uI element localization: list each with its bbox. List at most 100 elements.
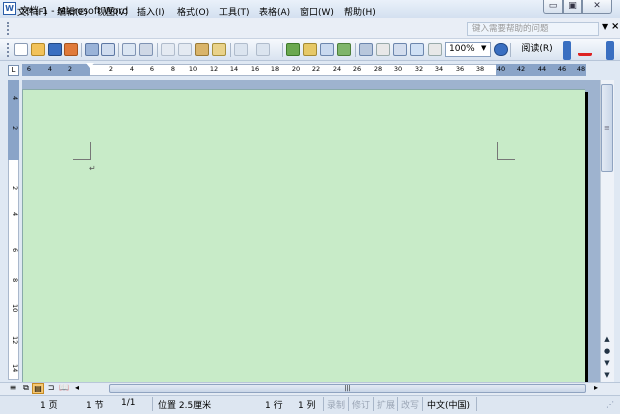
menu-window[interactable]: 窗口(W) — [300, 5, 334, 18]
next-page-button[interactable]: ▼ — [601, 359, 613, 367]
status-separator — [348, 397, 349, 411]
status-revision[interactable]: 修订 — [352, 398, 370, 411]
normal-view-button[interactable]: ≡ — [7, 383, 19, 394]
save-icon[interactable] — [48, 43, 62, 56]
help-search-input[interactable]: 键入需要帮助的问题 — [467, 22, 599, 36]
print-icon[interactable] — [85, 43, 99, 56]
resize-grip-icon[interactable]: ⋰ — [606, 400, 618, 412]
insert-excel-icon[interactable] — [337, 43, 351, 56]
close-document-button[interactable]: × — [611, 21, 619, 32]
permission-icon[interactable] — [64, 43, 78, 56]
status-record[interactable]: 录制 — [327, 398, 345, 411]
menu-grip[interactable] — [7, 22, 9, 35]
ruler-number: 26 — [352, 65, 362, 73]
ruler-number: 12 — [11, 336, 19, 345]
tables-borders-icon[interactable] — [303, 43, 317, 56]
menu-edit[interactable]: 编辑(E) — [57, 5, 88, 18]
close-button[interactable]: ✕ — [582, 0, 612, 14]
reading-view-button[interactable]: 📖 — [58, 383, 70, 394]
redo-icon[interactable] — [256, 43, 270, 56]
hyperlink-icon[interactable] — [286, 43, 300, 56]
outline-view-button[interactable]: ⊐ — [45, 383, 57, 394]
format-painter-icon[interactable] — [212, 43, 226, 56]
research-icon[interactable] — [139, 43, 153, 56]
menu-help[interactable]: 帮助(H) — [344, 5, 376, 18]
maximize-button[interactable]: ▣ — [563, 0, 582, 14]
ruler-number: 30 — [393, 65, 403, 73]
open-icon[interactable] — [31, 43, 45, 56]
ruler-number: 2 — [11, 126, 19, 131]
previous-page-button[interactable]: ▲ — [601, 335, 613, 343]
toolbar-chevron-icon[interactable] — [563, 41, 571, 60]
ruler-number: 16 — [250, 65, 260, 73]
columns-icon[interactable] — [359, 43, 373, 56]
ruler-number: 4 — [11, 212, 19, 217]
spelling-icon[interactable] — [122, 43, 136, 56]
ruler-number: 44 — [537, 65, 547, 73]
document-page[interactable] — [22, 89, 585, 382]
ruler-number: 28 — [373, 65, 383, 73]
scroll-left-button[interactable]: ◂ — [71, 383, 83, 394]
new-icon[interactable] — [14, 43, 28, 56]
ruler-number: 48 — [576, 65, 586, 73]
select-browse-object-button[interactable]: ● — [601, 347, 613, 355]
menu-file[interactable]: 文件(F) — [17, 5, 47, 18]
scroll-right-button[interactable]: ▸ — [590, 383, 602, 394]
toolbar-grip[interactable] — [7, 43, 9, 57]
crop-mark-right — [497, 142, 515, 160]
status-position: 位置 2.5厘米 — [158, 401, 212, 411]
toolbar-separator — [230, 43, 231, 57]
undo-icon[interactable] — [234, 43, 248, 56]
menu-insert[interactable]: 插入(I) — [137, 5, 165, 18]
status-extend[interactable]: 扩展 — [377, 398, 395, 411]
insert-table-icon[interactable] — [320, 43, 334, 56]
ruler-number: 46 — [557, 65, 567, 73]
ruler-number: 20 — [291, 65, 301, 73]
tab-selector[interactable]: L — [8, 65, 19, 76]
paste-icon[interactable] — [195, 43, 209, 56]
document-map-icon[interactable] — [393, 43, 407, 56]
toolbar-separator — [355, 43, 356, 57]
print-layout-view-button[interactable]: ▤ — [32, 383, 44, 394]
ruler-number: 8 — [170, 65, 176, 73]
help-icon[interactable] — [494, 43, 508, 56]
menu-format[interactable]: 格式(O) — [177, 5, 209, 18]
web-view-button[interactable]: ⧉ — [20, 383, 32, 394]
show-hide-icon[interactable] — [410, 43, 424, 56]
toolbar-separator — [157, 43, 158, 57]
ruler-number: 10 — [188, 65, 198, 73]
ruler-number: 34 — [434, 65, 444, 73]
ruler-number: 36 — [455, 65, 465, 73]
menu-view[interactable]: 视图(V) — [97, 5, 128, 18]
drawing-icon[interactable] — [376, 43, 390, 56]
toolbar-chevron-icon[interactable] — [606, 41, 614, 60]
indent-marker[interactable] — [86, 63, 94, 77]
zoom-dropdown-icon[interactable]: ▼ — [481, 44, 486, 52]
menu-table[interactable]: 表格(A) — [259, 5, 290, 18]
font-color-icon[interactable] — [578, 43, 592, 56]
ruler-number: 40 — [496, 65, 506, 73]
menu-tools[interactable]: 工具(T) — [219, 5, 250, 18]
copy-icon[interactable] — [178, 43, 192, 56]
scroll-down-button[interactable]: ▼ — [601, 371, 613, 379]
read-mode-button[interactable]: 阅读(R) — [513, 42, 561, 57]
page-shadow — [585, 92, 588, 382]
ruler-number: 10 — [11, 304, 19, 313]
minimize-button[interactable]: ▭ — [543, 0, 563, 14]
print-preview-icon[interactable] — [101, 43, 115, 56]
status-separator — [323, 397, 324, 411]
ruler-number: 32 — [414, 65, 424, 73]
status-page-of: 1/1 — [121, 398, 136, 408]
horizontal-scroll-thumb[interactable]: ||| — [109, 384, 586, 393]
status-separator — [152, 397, 153, 411]
show-formatting-icon[interactable] — [428, 43, 442, 56]
ruler-number: 2 — [11, 186, 19, 191]
paragraph-mark-icon: ↵ — [89, 164, 96, 173]
status-overwrite[interactable]: 改写 — [401, 398, 419, 411]
toolbar-separator — [510, 43, 511, 57]
help-dropdown-icon[interactable]: ▼ — [602, 22, 608, 31]
cut-icon[interactable] — [161, 43, 175, 56]
word-app-icon[interactable]: W — [3, 2, 16, 15]
ruler-number: 4 — [47, 65, 53, 73]
ruler-number: 14 — [11, 364, 19, 373]
